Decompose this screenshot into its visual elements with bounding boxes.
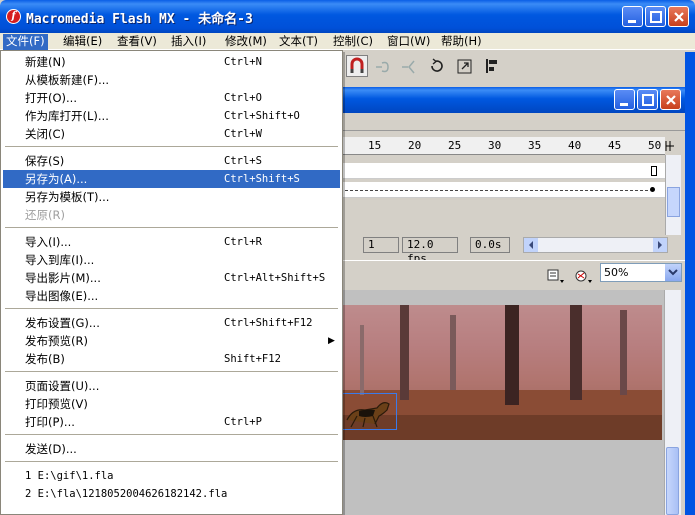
ruler-label: 45: [608, 139, 622, 152]
tween-line: [340, 190, 648, 191]
frame-rate[interactable]: 12.0 fps: [402, 237, 458, 265]
frame-view-icon[interactable]: [664, 139, 678, 156]
menu-insert[interactable]: 插入(I): [168, 34, 209, 50]
menu-bar: 文件(F) 编辑(E) 查看(V) 插入(I) 修改(M) 文本(T) 控制(C…: [0, 33, 695, 50]
ruler-label: 40: [568, 139, 582, 152]
menu-text[interactable]: 文本(T): [276, 34, 321, 50]
drawing-toolbar: [340, 52, 695, 82]
menu-item-publish-settings[interactable]: 发布设置(G)... Ctrl+Shift+F12: [3, 314, 340, 332]
doc-minimize-button[interactable]: [614, 89, 635, 110]
timeline-status: 1 12.0 fps 0.0s: [340, 235, 685, 265]
menu-item-publish-preview[interactable]: 发布预览(R) ▶: [3, 332, 340, 350]
menu-item-save-as-template[interactable]: 另存为模板(T)...: [3, 188, 340, 206]
timeline-vscroll[interactable]: [665, 155, 681, 235]
maximize-button[interactable]: [645, 6, 666, 27]
menu-item-send[interactable]: 发送(D)...: [3, 440, 340, 458]
menu-item-export-movie[interactable]: 导出影片(M)... Ctrl+Alt+Shift+S: [3, 269, 340, 287]
ruler-label: 50: [648, 139, 662, 152]
menu-item-import[interactable]: 导入(I)... Ctrl+R: [3, 233, 340, 251]
timeline-header: [340, 115, 685, 131]
menu-item-save-as[interactable]: 另存为(A)... Ctrl+Shift+S: [3, 170, 340, 188]
zoom-value: 50%: [604, 266, 629, 279]
menu-item-page-setup[interactable]: 页面设置(U)...: [3, 377, 340, 395]
menu-separator: [5, 434, 338, 436]
menu-item-print[interactable]: 打印(P)... Ctrl+P: [3, 413, 340, 431]
menu-separator: [5, 461, 338, 463]
document-title-bar[interactable]: [340, 87, 685, 113]
scale-icon[interactable]: [454, 55, 476, 77]
doc-maximize-button[interactable]: [637, 89, 658, 110]
window-title: Macromedia Flash MX - 未命名-3: [26, 12, 253, 27]
menu-separator: [5, 227, 338, 229]
menu-item-export-image[interactable]: 导出图像(E)...: [3, 287, 340, 305]
ruler-label: 20: [408, 139, 422, 152]
close-button[interactable]: [668, 6, 689, 27]
doc-close-button[interactable]: [660, 89, 681, 110]
ruler-label: 35: [528, 139, 542, 152]
layer-track[interactable]: [340, 163, 665, 179]
menu-item-open[interactable]: 打开(O)... Ctrl+O: [3, 89, 340, 107]
align-icon[interactable]: [482, 55, 504, 77]
menu-item-revert: 还原(R): [25, 208, 65, 222]
minimize-button[interactable]: [622, 6, 643, 27]
snap-magnet-icon[interactable]: [346, 55, 368, 77]
menu-separator: [5, 146, 338, 148]
timeline-hscroll[interactable]: [523, 237, 668, 253]
window-border: [685, 52, 695, 515]
smooth-icon[interactable]: [372, 55, 394, 77]
menu-separator: [5, 308, 338, 310]
menu-item-publish[interactable]: 发布(B) Shift+F12: [3, 350, 340, 368]
ruler-label: 15: [368, 139, 382, 152]
elapsed-time: 0.0s: [470, 237, 510, 253]
submenu-arrow-icon: ▶: [328, 336, 335, 346]
current-frame: 1: [363, 237, 399, 253]
menu-item-import-to-library[interactable]: 导入到库(I)...: [3, 251, 340, 269]
title-bar[interactable]: f Macromedia Flash MX - 未命名-3: [0, 0, 695, 33]
menu-item-recent-file[interactable]: 1 E:\gif\1.fla: [3, 467, 340, 485]
keyframe-end: [651, 166, 657, 176]
frame-ruler[interactable]: 15 20 25 30 35 40 45 50: [340, 137, 665, 155]
flash-icon: f: [6, 9, 21, 24]
rotate-icon[interactable]: [426, 55, 448, 77]
edit-symbols-icon[interactable]: [546, 266, 566, 284]
menu-file[interactable]: 文件(F): [3, 34, 48, 50]
straighten-icon[interactable]: [398, 55, 420, 77]
layer-track[interactable]: [340, 182, 665, 198]
menu-item-close[interactable]: 关闭(C) Ctrl+W: [3, 125, 340, 143]
menu-help[interactable]: 帮助(H): [438, 34, 485, 50]
menu-modify[interactable]: 修改(M): [222, 34, 270, 50]
dog-symbol[interactable]: [342, 393, 397, 430]
ruler-label: 25: [448, 139, 462, 152]
ruler-label: 30: [488, 139, 502, 152]
scroll-thumb: [667, 187, 680, 217]
menu-window[interactable]: 窗口(W): [384, 34, 433, 50]
menu-view[interactable]: 查看(V): [114, 34, 160, 50]
menu-separator: [5, 371, 338, 373]
menu-edit[interactable]: 编辑(E): [60, 34, 105, 50]
menu-control[interactable]: 控制(C): [330, 34, 376, 50]
menu-item-save[interactable]: 保存(S) Ctrl+S: [3, 152, 340, 170]
menu-item-new[interactable]: 新建(N) Ctrl+N: [3, 53, 340, 71]
file-menu-dropdown: 新建(N) Ctrl+N 从模板新建(F)... 打开(O)... Ctrl+O 作…: [0, 50, 343, 515]
zoom-select[interactable]: 50%: [600, 263, 682, 282]
menu-item-open-as-library[interactable]: 作为库打开(L)... Ctrl+Shift+O: [3, 107, 340, 125]
menu-item-recent-file[interactable]: 2 E:\fla\1218052004626182142.fla: [3, 485, 340, 503]
edit-scene-icon[interactable]: [574, 266, 594, 284]
chevron-down-icon[interactable]: [665, 264, 681, 281]
menu-item-print-preview[interactable]: 打印预览(V): [3, 395, 340, 413]
scroll-thumb[interactable]: [666, 447, 679, 515]
keyframe-dot: [650, 187, 655, 192]
menu-item-new-from-template[interactable]: 从模板新建(F)...: [3, 71, 340, 89]
